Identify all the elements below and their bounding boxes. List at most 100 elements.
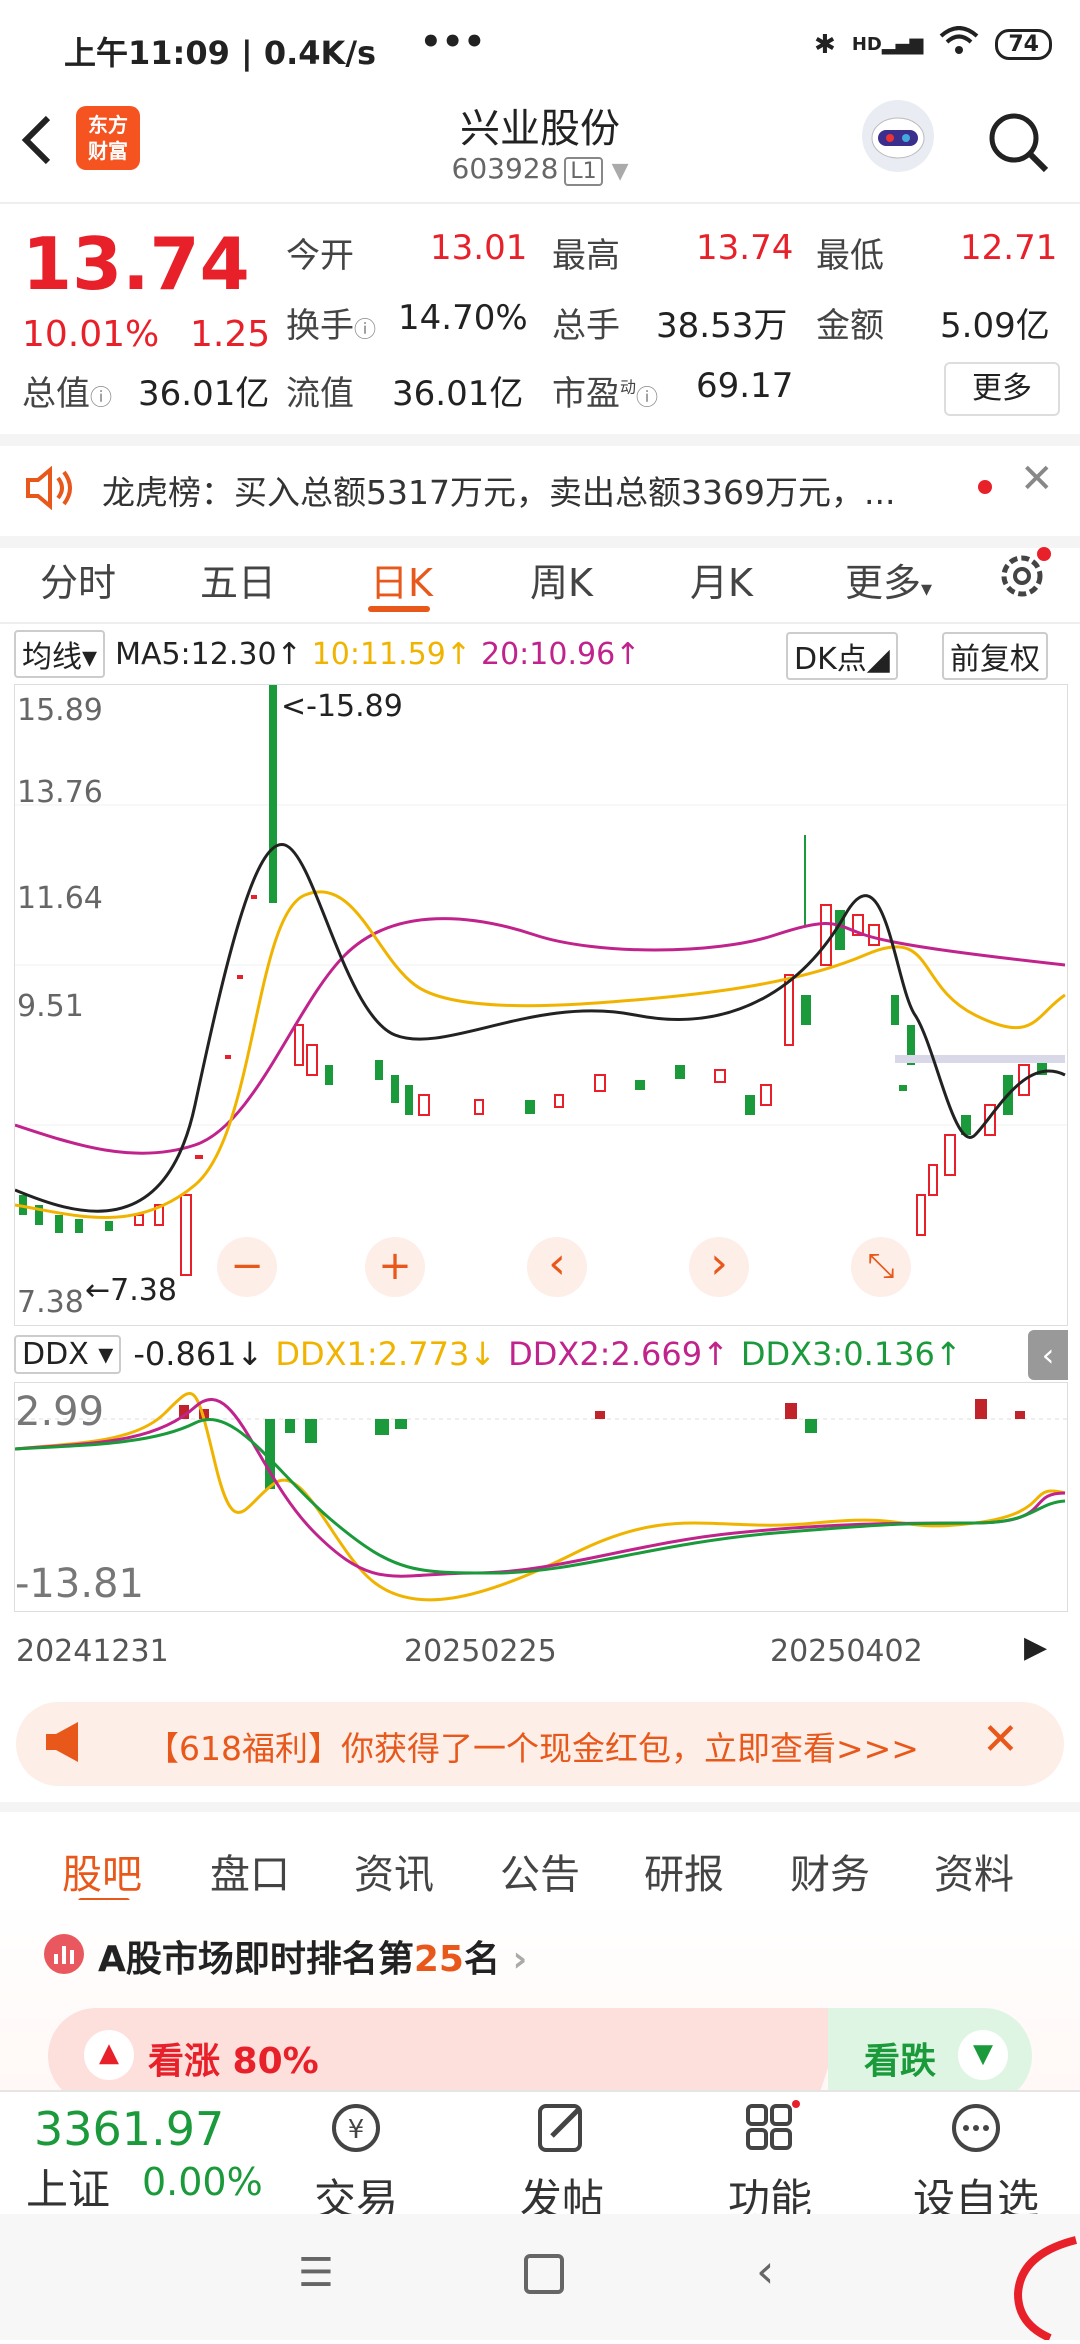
- wifi-icon: [939, 26, 979, 63]
- collapse-panel-icon[interactable]: ‹: [1028, 1330, 1068, 1380]
- promo-banner[interactable]: 【618福利】你获得了一个现金红包，立即查看>>> ✕: [16, 1702, 1064, 1786]
- signal-icon: HD▂▄▆: [851, 34, 924, 55]
- y-label-3: 11.64: [17, 881, 103, 916]
- tab-news[interactable]: 资讯: [354, 1842, 434, 1900]
- tab-research[interactable]: 研报: [644, 1842, 724, 1900]
- turnover-value: 14.70%: [398, 298, 528, 338]
- close-notice-icon[interactable]: ✕: [1020, 456, 1054, 502]
- turnover-label[interactable]: 换手ⓘ: [286, 298, 376, 347]
- active-tab-indicator: [368, 606, 430, 612]
- ddx-chart[interactable]: 2.99 -13.81: [14, 1382, 1068, 1612]
- more-quote-button[interactable]: 更多: [944, 362, 1060, 416]
- candles: [19, 685, 1065, 1276]
- max-price-marker: <-15.89: [281, 689, 403, 724]
- menu-nav-icon[interactable]: ☰: [298, 2250, 334, 2296]
- y-label-5: 7.38: [17, 1285, 84, 1320]
- tab-five-day[interactable]: 五日: [200, 552, 276, 607]
- vote-up-label: 看涨 80%: [148, 2041, 319, 2082]
- robot-assistant-icon[interactable]: [862, 100, 934, 172]
- index-change: 0.00%: [142, 2160, 263, 2204]
- tab-announcements[interactable]: 公告: [500, 1842, 580, 1900]
- more-dots-icon: •••: [420, 22, 486, 62]
- dock-post[interactable]: 发帖: [492, 2100, 632, 2227]
- more-circle-icon: [952, 2104, 1000, 2152]
- ma20-value: 20:10.96↑: [481, 636, 641, 672]
- search-icon[interactable]: [986, 110, 1050, 178]
- kline-svg: [14, 685, 1067, 1276]
- ma5-value: MA5:12.30↑: [115, 636, 302, 672]
- float-value: 36.01亿: [392, 374, 524, 414]
- pe-label[interactable]: 市盈动ⓘ: [552, 366, 658, 415]
- tab-weekly-k[interactable]: 周K: [530, 552, 593, 607]
- down-arrow-icon: ▼: [958, 2030, 1008, 2080]
- status-icons: ✱ HD▂▄▆ 74: [814, 26, 1052, 63]
- open-label: 今开: [286, 236, 354, 276]
- up-arrow-icon: ▲: [84, 2030, 134, 2080]
- date-label-1: 20241231: [16, 1634, 169, 1669]
- back-nav-icon[interactable]: ‹: [756, 2244, 774, 2298]
- float-label: 流值: [286, 374, 354, 414]
- tab-guba[interactable]: 股吧: [62, 1842, 142, 1900]
- home-nav-icon[interactable]: [524, 2254, 564, 2294]
- ma-selector[interactable]: 均线▾: [14, 630, 106, 678]
- unread-dot: [978, 480, 992, 494]
- settings-gear-icon[interactable]: [994, 544, 1054, 608]
- bluetooth-icon: ✱: [814, 29, 836, 60]
- info-icon: ⓘ: [636, 386, 659, 411]
- eastmoney-logo: 东方 财富: [76, 106, 140, 170]
- ddx1-value: DDX1:2.773↓: [275, 1335, 497, 1373]
- status-time: 上午11:09 | 0.4K/s: [64, 34, 377, 72]
- scroll-right-button[interactable]: ›: [689, 1237, 749, 1297]
- date-label-2: 20250225: [404, 1634, 557, 1669]
- index-name: 上证: [26, 2165, 111, 2214]
- y-label-1: 15.89: [17, 693, 103, 728]
- kline-chart[interactable]: 15.89 13.76 11.64 9.51 7.38 <-15.89 ←7.3…: [14, 684, 1068, 1326]
- amount-value: 5.09亿: [940, 306, 1050, 346]
- dock-add-watchlist[interactable]: 设自选: [906, 2100, 1046, 2227]
- volume-value: 38.53万: [656, 306, 788, 346]
- ranking-chart-icon: [44, 1934, 84, 1974]
- vote-down-label: 看跌: [864, 2041, 937, 2082]
- tab-intraday[interactable]: 分时: [40, 552, 116, 607]
- back-button[interactable]: [18, 110, 68, 170]
- ranking-text[interactable]: A股市场即时排名第25名 ›: [98, 1930, 527, 1982]
- info-icon: ⓘ: [90, 386, 113, 411]
- high-value: 13.74: [696, 228, 794, 268]
- red-stroke-decoration: [1010, 2234, 1080, 2344]
- mcap-value: 36.01亿: [138, 374, 270, 414]
- ma10-value: 10:11.59↑: [311, 636, 471, 672]
- quote-panel: 13.74 10.01% 1.25 今开 13.01 最高 13.74 最低 1…: [0, 214, 1080, 434]
- tab-profile[interactable]: 资料: [934, 1842, 1014, 1900]
- battery-icon: 74: [995, 29, 1052, 60]
- adjust-button[interactable]: 前复权: [942, 632, 1048, 680]
- stock-header: 兴业股份 603928 L1 ▼ 东方 财富: [0, 92, 1080, 204]
- current-price: 13.74: [22, 222, 250, 306]
- chevron-down-icon: ▼: [611, 159, 629, 184]
- tab-monthly-k[interactable]: 月K: [690, 552, 753, 607]
- dock-functions[interactable]: 功能: [700, 2100, 840, 2227]
- tab-finance[interactable]: 财务: [790, 1842, 870, 1900]
- scroll-left-button[interactable]: ‹: [527, 1237, 587, 1297]
- chevron-right-icon: ›: [512, 1939, 528, 1980]
- ddx-svg: [14, 1392, 1067, 1602]
- dropdown-icon: ▾: [921, 577, 933, 602]
- svg-text:¥: ¥: [348, 2115, 365, 2145]
- back-arrow-icon: [21, 115, 51, 165]
- close-promo-icon[interactable]: ✕: [982, 1714, 1019, 1765]
- ddx2-line: [14, 1398, 1066, 1578]
- next-page-icon[interactable]: ▶: [1024, 1630, 1047, 1665]
- volume-label: 总手: [552, 306, 620, 346]
- fullscreen-button[interactable]: ⤡: [851, 1237, 911, 1297]
- min-price-marker: ←7.38: [85, 1273, 177, 1308]
- zoom-in-button[interactable]: +: [365, 1237, 425, 1297]
- tab-pankou[interactable]: 盘口: [210, 1842, 290, 1900]
- date-label-3: 20250402: [770, 1634, 923, 1669]
- ddx-value: -0.861↓: [133, 1335, 264, 1373]
- mcap-label[interactable]: 总值ⓘ: [22, 366, 112, 415]
- tab-daily-k[interactable]: 日K: [370, 552, 433, 607]
- tab-more[interactable]: 更多▾: [845, 552, 932, 607]
- dk-point-button[interactable]: DK点◢: [786, 632, 898, 680]
- zoom-out-button[interactable]: −: [217, 1237, 277, 1297]
- dock-trade[interactable]: ¥ 交易: [286, 2100, 426, 2227]
- ddx-selector[interactable]: DDX ▾: [14, 1334, 122, 1374]
